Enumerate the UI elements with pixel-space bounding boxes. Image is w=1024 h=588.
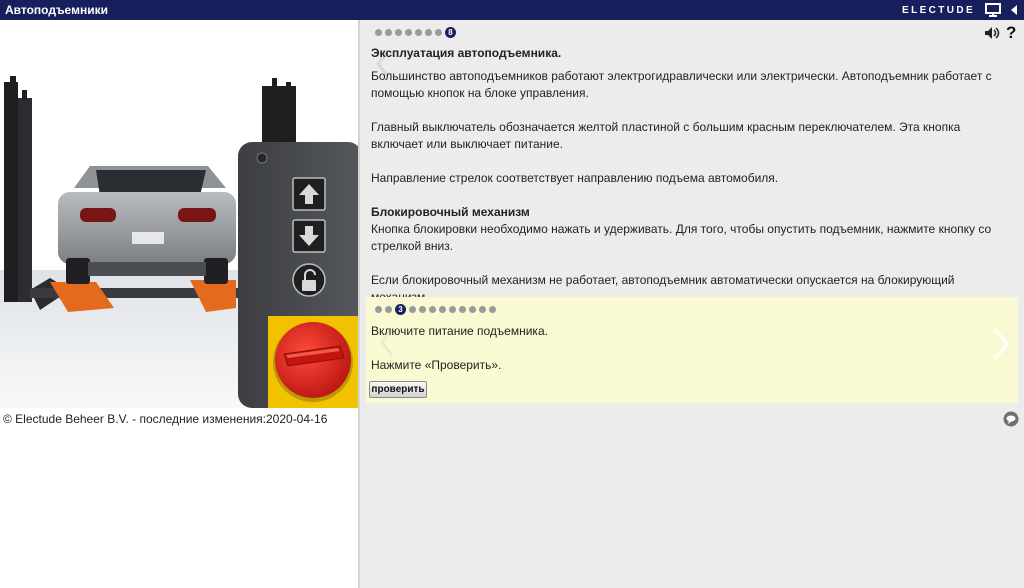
info-content: Эксплуатация автоподъемника. Большинство… [371, 45, 1011, 323]
step-dot-current[interactable]: 3 [395, 304, 406, 315]
brand-logo: ELECTUDE [902, 5, 976, 16]
task-box: 3 Включите питание подъемника. Нажмите «… [366, 297, 1018, 403]
page-indicator: 8 [375, 27, 456, 38]
step-dot[interactable] [479, 306, 486, 313]
step-dot[interactable] [469, 306, 476, 313]
step-dot[interactable] [385, 306, 392, 313]
info-subheading: Блокировочный механизм [371, 205, 530, 219]
page-dot-current[interactable]: 8 [445, 27, 456, 38]
content-panel: 8 ? Эксплуатация автоподъемника. Большин… [360, 20, 1024, 588]
comment-icon[interactable] [1003, 411, 1019, 427]
info-paragraph: Кнопка блокировки необходимо нажать и уд… [371, 222, 992, 253]
copyright-text: © Electude Beheer B.V. - последние измен… [3, 412, 328, 426]
step-dot[interactable] [489, 306, 496, 313]
step-dot[interactable] [429, 306, 436, 313]
lift-post-right [262, 86, 296, 150]
illustration-panel: © Electude Beheer B.V. - последние измен… [0, 20, 358, 588]
page-dot[interactable] [385, 29, 392, 36]
step-dot[interactable] [439, 306, 446, 313]
step-dot[interactable] [449, 306, 456, 313]
title-bar: Автоподъемники ELECTUDE [0, 0, 1024, 20]
page-dot[interactable] [375, 29, 382, 36]
page-dot[interactable] [405, 29, 412, 36]
page-dot[interactable] [415, 29, 422, 36]
next-step-arrow[interactable] [992, 327, 1010, 361]
step-dot[interactable] [419, 306, 426, 313]
task-prompt: Нажмите «Проверить». [371, 358, 502, 372]
info-paragraph: Большинство автоподъемников работают эле… [371, 69, 992, 100]
step-indicator: 3 [375, 304, 496, 315]
presentation-icon[interactable] [985, 3, 1001, 17]
step-dot[interactable] [459, 306, 466, 313]
help-icon[interactable]: ? [1006, 23, 1016, 43]
info-heading: Эксплуатация автоподъемника. [371, 46, 562, 60]
page-dot[interactable] [425, 29, 432, 36]
lift-post-left [4, 82, 18, 302]
info-paragraph: Главный выключатель обозначается желтой … [371, 120, 961, 151]
task-instruction: Включите питание подъемника. [371, 324, 548, 338]
step-dot[interactable] [409, 306, 416, 313]
lift-illustration [0, 20, 358, 408]
step-dot[interactable] [375, 306, 382, 313]
app-title: Автоподъемники [5, 3, 108, 17]
check-button[interactable]: проверить [369, 381, 427, 398]
collapse-arrow-icon[interactable] [1006, 3, 1022, 17]
page-dot[interactable] [435, 29, 442, 36]
car [58, 166, 236, 284]
speaker-icon[interactable] [984, 26, 1000, 40]
info-paragraph: Направление стрелок соответствует направ… [371, 171, 779, 185]
page-dot[interactable] [395, 29, 402, 36]
